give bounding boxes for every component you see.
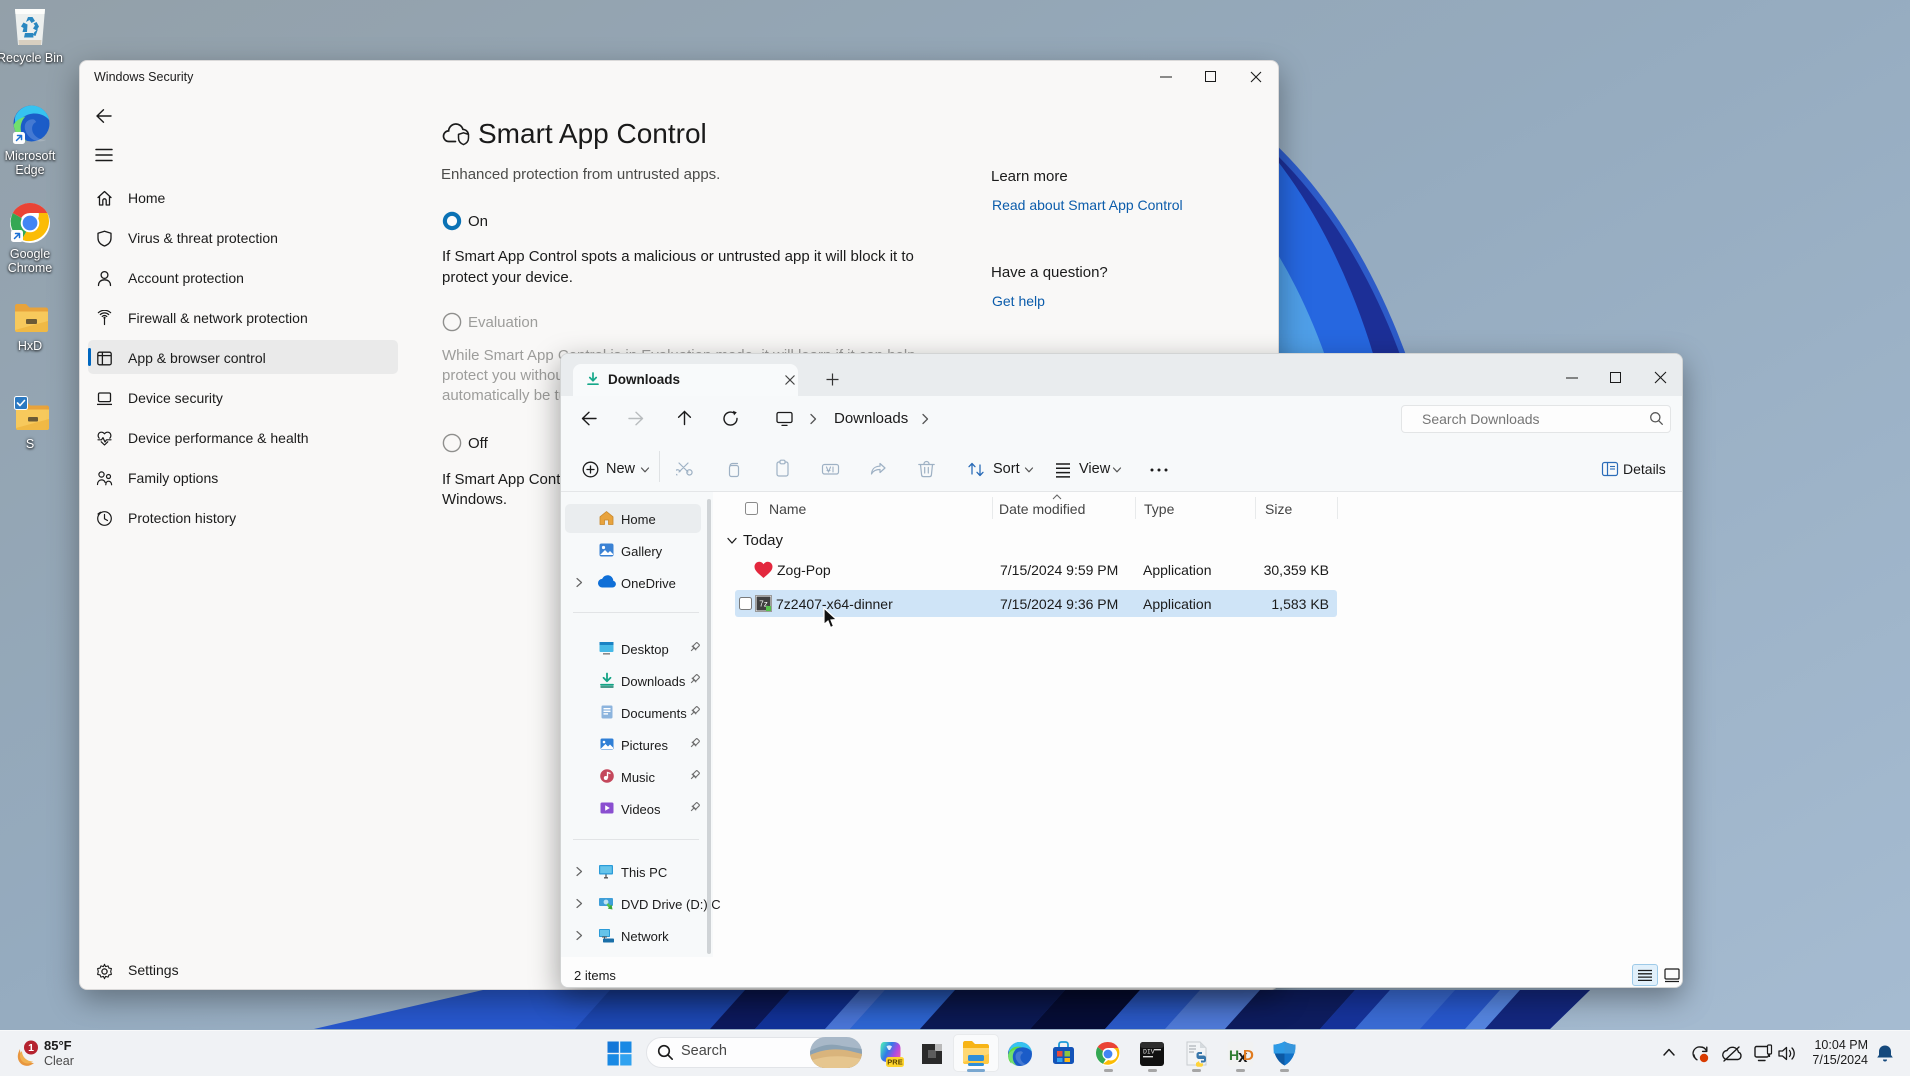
svg-text:DIV: DIV bbox=[1143, 1049, 1155, 1056]
svg-text:PRE: PRE bbox=[887, 1058, 902, 1067]
svg-text:D: D bbox=[1243, 1047, 1254, 1064]
svg-text:1: 1 bbox=[28, 1042, 34, 1054]
